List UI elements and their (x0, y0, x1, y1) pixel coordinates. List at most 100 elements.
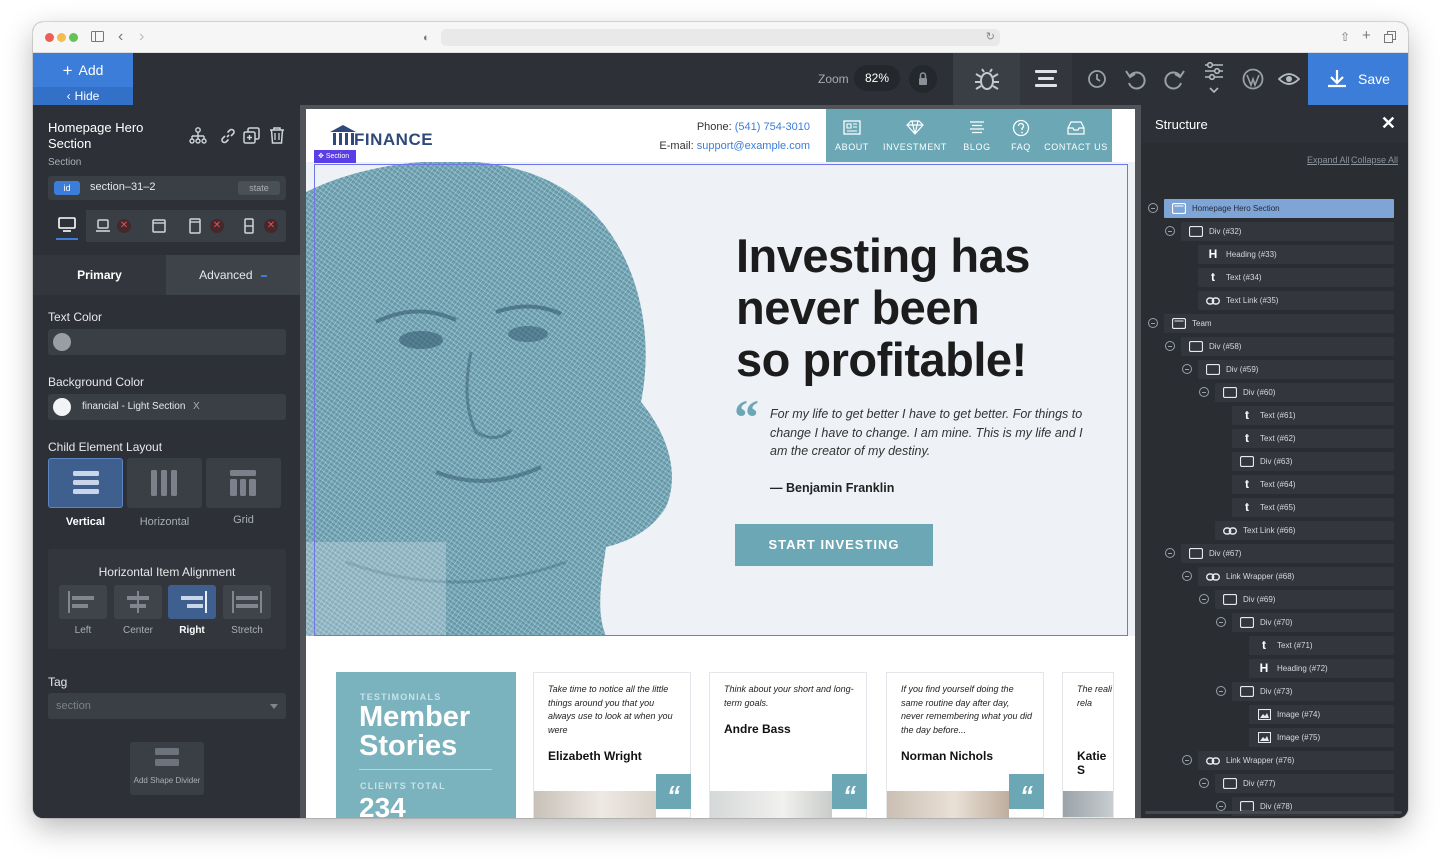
tab-primary[interactable]: Primary (33, 255, 166, 295)
structure-node[interactable]: t Text (#34) (1198, 268, 1394, 287)
testimonial-card[interactable]: If you find yourself doing the same rout… (886, 672, 1044, 818)
undo-button[interactable] (1121, 53, 1149, 105)
debug-button[interactable] (953, 53, 1020, 105)
share-icon[interactable]: ⇧ (1340, 30, 1350, 44)
collapse-toggle-icon[interactable] (1199, 778, 1209, 788)
expand-all-link[interactable]: Expand All (1307, 155, 1350, 165)
state-badge[interactable]: state (238, 181, 280, 195)
layout-grid-button[interactable] (206, 458, 281, 508)
forward-icon[interactable]: › (139, 29, 144, 45)
structure-node[interactable]: H Heading (#72) (1249, 659, 1394, 678)
structure-node[interactable]: Div (#70) (1232, 613, 1394, 632)
structure-node[interactable]: Text Link (#35) (1198, 291, 1394, 310)
laptop-icon[interactable] (95, 219, 111, 233)
structure-node[interactable]: Image (#74) (1249, 705, 1394, 724)
testimonial-card[interactable]: Think about your short and long-term goa… (709, 672, 867, 818)
collapse-toggle-icon[interactable] (1182, 755, 1192, 765)
collapse-toggle-icon[interactable] (1182, 571, 1192, 581)
nav-investment[interactable]: INVESTMENT (878, 109, 952, 159)
hero-section[interactable]: Investing has never been so profitable! … (306, 162, 1135, 636)
structure-node[interactable]: t Text (#64) (1232, 475, 1394, 494)
layout-vertical-button[interactable] (48, 458, 123, 508)
site-logo[interactable]: FINANCE (354, 130, 433, 150)
structure-node[interactable]: t Text (#65) (1232, 498, 1394, 517)
align-center-button[interactable] (114, 585, 162, 619)
start-investing-button[interactable]: START INVESTING (735, 524, 933, 566)
testimonial-card[interactable]: The reali about liv especiall your rela … (1062, 672, 1114, 818)
phone-link[interactable]: (541) 754-3010 (735, 121, 810, 133)
selector-field[interactable]: id section–31–2 state (48, 176, 286, 200)
collapse-toggle-icon[interactable] (1165, 226, 1175, 236)
collapse-toggle-icon[interactable] (1199, 594, 1209, 604)
hide-button[interactable]: ‹ Hide (33, 87, 133, 105)
collapse-toggle-icon[interactable] (1148, 318, 1158, 328)
mobile-icon[interactable] (244, 218, 254, 234)
collapse-toggle-icon[interactable] (1216, 617, 1226, 627)
new-tab-icon[interactable]: + (1362, 28, 1371, 43)
zoom-value[interactable]: 82% (854, 65, 900, 91)
structure-node[interactable]: Div (#32) (1181, 222, 1394, 241)
structure-node[interactable]: Image (#75) (1249, 728, 1394, 747)
structure-node[interactable]: t Text (#62) (1232, 429, 1394, 448)
collapse-toggle-icon[interactable] (1148, 203, 1158, 213)
structure-node[interactable]: Div (#58) (1181, 337, 1394, 356)
tab-advanced[interactable]: Advanced (166, 255, 300, 295)
wordpress-button[interactable] (1240, 53, 1266, 105)
history-button[interactable] (1083, 53, 1111, 105)
collapse-all-link[interactable]: Collapse All (1351, 155, 1398, 165)
clear-color-icon[interactable]: X (193, 401, 200, 412)
nav-faq[interactable]: FAQ (1002, 109, 1040, 159)
align-stretch-button[interactable] (223, 585, 271, 619)
hierarchy-icon[interactable] (189, 127, 207, 145)
add-shape-divider-button[interactable]: Add Shape Divider (130, 742, 204, 795)
tablet-portrait-icon[interactable] (189, 218, 201, 234)
close-icon[interactable]: ✕ (1381, 113, 1396, 134)
structure-node[interactable]: Homepage Hero Section (1164, 199, 1394, 218)
tag-select[interactable]: section (48, 693, 286, 719)
structure-node[interactable]: Link Wrapper (#76) (1198, 751, 1394, 770)
save-button[interactable]: Save (1308, 53, 1408, 105)
background-color-swatch[interactable] (53, 398, 71, 416)
tablet-landscape-icon[interactable] (152, 219, 166, 233)
structure-node[interactable]: Div (#69) (1215, 590, 1394, 609)
settings-button[interactable] (1201, 53, 1227, 105)
reload-icon[interactable]: ↻ (986, 30, 995, 43)
structure-button[interactable] (1020, 53, 1072, 105)
structure-node[interactable]: t Text (#61) (1232, 406, 1394, 425)
collapse-toggle-icon[interactable] (1216, 801, 1226, 811)
structure-node[interactable]: Div (#63) (1232, 452, 1394, 471)
structure-node[interactable]: Div (#60) (1215, 383, 1394, 402)
redo-button[interactable] (1161, 53, 1189, 105)
remove-breakpoint-icon[interactable]: ✕ (117, 219, 131, 233)
align-right-button[interactable] (168, 585, 216, 619)
nav-contact-us[interactable]: CONTACT US (1040, 109, 1112, 159)
structure-node[interactable]: Div (#59) (1198, 360, 1394, 379)
tree-scrollbar[interactable] (1145, 811, 1402, 814)
remove-breakpoint-icon[interactable]: ✕ (210, 219, 224, 233)
close-window-button[interactable] (45, 33, 54, 42)
tabs-overview-icon[interactable] (1384, 31, 1396, 45)
text-color-field[interactable] (48, 329, 286, 355)
align-left-button[interactable] (59, 585, 107, 619)
structure-node[interactable]: Div (#73) (1232, 682, 1394, 701)
collapse-toggle-icon[interactable] (1216, 686, 1226, 696)
remove-breakpoint-icon[interactable]: ✕ (264, 219, 278, 233)
background-color-field[interactable]: financial - Light Section X (48, 394, 286, 420)
section-badge[interactable]: ✥ Section (314, 150, 356, 163)
minimize-window-button[interactable] (57, 33, 66, 42)
nav-about[interactable]: ABOUT (826, 109, 878, 159)
testimonial-card[interactable]: Take time to notice all the little thing… (533, 672, 691, 818)
breakpoint-desktop[interactable] (48, 210, 86, 242)
structure-node[interactable]: Link Wrapper (#68) (1198, 567, 1394, 586)
structure-node[interactable]: Div (#77) (1215, 774, 1394, 793)
structure-node[interactable]: Div (#67) (1181, 544, 1394, 563)
id-value[interactable]: section–31–2 (90, 181, 155, 193)
text-color-swatch[interactable] (53, 333, 71, 351)
lock-button[interactable] (909, 65, 937, 93)
link-icon[interactable] (219, 127, 237, 145)
structure-node[interactable]: H Heading (#33) (1198, 245, 1394, 264)
collapse-toggle-icon[interactable] (1199, 387, 1209, 397)
layout-horizontal-button[interactable] (127, 458, 202, 508)
email-link[interactable]: support@example.com (697, 140, 810, 152)
nav-blog[interactable]: BLOG (952, 109, 1002, 159)
